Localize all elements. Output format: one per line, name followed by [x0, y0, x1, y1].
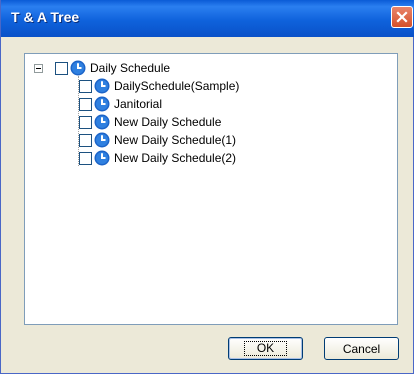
tree-node-label: New Daily Schedule(2): [114, 151, 237, 165]
tree-root-node[interactable]: Daily Schedule: [55, 59, 170, 77]
tree-node-label: New Daily Schedule(1): [114, 133, 237, 147]
ok-button[interactable]: OK: [228, 337, 303, 360]
tree-node-label: DailySchedule(Sample): [114, 79, 240, 93]
dialog-window: T & A Tree Daily Schedule DailySchedule(…: [0, 0, 414, 374]
clock-icon: [70, 60, 86, 76]
cancel-button[interactable]: Cancel: [324, 337, 399, 360]
node-checkbox[interactable]: [79, 151, 92, 165]
node-checkbox[interactable]: [79, 97, 92, 111]
cancel-button-label: Cancel: [342, 341, 381, 356]
clock-icon: [94, 150, 110, 166]
node-checkbox[interactable]: [79, 133, 92, 147]
tree-node[interactable]: DailySchedule(Sample): [79, 77, 239, 95]
clock-icon: [94, 96, 110, 112]
tree-node-label: Janitorial: [114, 97, 163, 111]
tree-node[interactable]: New Daily Schedule(2): [79, 149, 236, 167]
ok-button-label: OK: [243, 341, 288, 356]
close-button[interactable]: [391, 6, 413, 28]
tree-node[interactable]: New Daily Schedule(1): [79, 131, 236, 149]
clock-icon: [94, 132, 110, 148]
clock-icon: [94, 114, 110, 130]
tree-view[interactable]: Daily Schedule DailySchedule(Sample) Jan…: [24, 53, 398, 325]
tree-node[interactable]: Janitorial: [79, 95, 162, 113]
tree-node-label: New Daily Schedule: [114, 115, 222, 129]
collapse-toggle[interactable]: [34, 64, 43, 73]
clock-icon: [94, 78, 110, 94]
tree-node[interactable]: New Daily Schedule: [79, 113, 221, 131]
node-checkbox[interactable]: [79, 79, 92, 93]
root-checkbox[interactable]: [55, 61, 68, 75]
window-title: T & A Tree: [11, 9, 80, 25]
close-icon: [396, 11, 408, 23]
title-bar[interactable]: T & A Tree: [1, 0, 414, 37]
tree-node-label: Daily Schedule: [90, 61, 171, 75]
node-checkbox[interactable]: [79, 115, 92, 129]
